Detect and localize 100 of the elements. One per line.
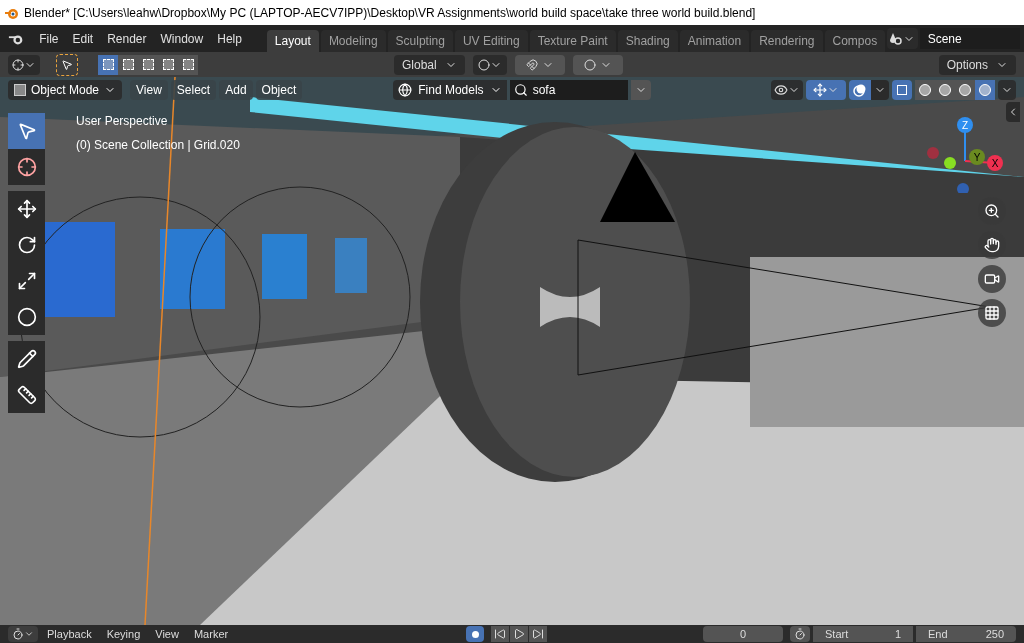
- editor-type-button[interactable]: [8, 626, 38, 642]
- record-button[interactable]: [466, 626, 484, 642]
- skip-forward-icon: [532, 628, 544, 640]
- scene-name-field[interactable]: Scene: [919, 28, 1020, 49]
- play-button[interactable]: [510, 626, 528, 642]
- mode-icon: [122, 59, 134, 70]
- options-dropdown[interactable]: Options: [938, 54, 1016, 75]
- find-models-dropdown[interactable]: Find Models: [393, 80, 507, 100]
- mode-dropdown[interactable]: Object Mode: [8, 80, 123, 100]
- search-icon: [513, 83, 528, 97]
- xray-toggle[interactable]: [892, 80, 912, 100]
- move-icon: [16, 199, 37, 219]
- rotate-icon: [16, 235, 37, 255]
- workspace-tab[interactable]: Layout: [266, 30, 319, 52]
- tool-button[interactable]: [8, 341, 45, 377]
- menu-item[interactable]: Help: [210, 28, 249, 50]
- visibility-dropdown[interactable]: [771, 80, 803, 100]
- ruler-icon: [16, 385, 37, 405]
- axis-gizmo-drawing: Z Y X: [925, 113, 1005, 193]
- play-icon: [513, 628, 525, 640]
- object-mode-icon: [14, 84, 26, 96]
- workspace-tab[interactable]: Animation: [679, 30, 750, 52]
- timeline-menu-item[interactable]: Marker: [187, 626, 235, 642]
- shading-mode-button[interactable]: [955, 80, 975, 100]
- current-frame-field[interactable]: 0: [703, 626, 783, 642]
- tool-button[interactable]: [8, 299, 45, 335]
- workspace-tab[interactable]: Compos: [824, 30, 886, 52]
- chevron-icon: [24, 629, 34, 639]
- shading-dropdown[interactable]: [998, 80, 1016, 100]
- crosshair-icon: [16, 157, 37, 177]
- end-frame-field[interactable]: End 250: [916, 626, 1016, 642]
- workspace-tab[interactable]: Shading: [617, 30, 678, 52]
- start-frame-field[interactable]: Start 1: [813, 626, 913, 642]
- mode-icon: [182, 59, 194, 70]
- xray-icon: [897, 85, 907, 95]
- menu-item[interactable]: Render: [100, 28, 154, 50]
- grid-icon: [984, 305, 1000, 321]
- selection-mode-button[interactable]: [118, 54, 138, 75]
- jump-end-button[interactable]: [529, 626, 547, 642]
- timeline-menu-item[interactable]: Keying: [100, 626, 147, 642]
- mode-icon: [162, 59, 174, 70]
- tool-button[interactable]: [8, 377, 45, 413]
- gizmo-icon: [813, 83, 827, 97]
- mode-icon: [102, 59, 114, 70]
- overlay-icon: [853, 83, 867, 97]
- mode-icon: [142, 59, 154, 70]
- shading-mode-button[interactable]: [915, 80, 935, 100]
- selection-mode-button[interactable]: [98, 54, 118, 75]
- eye-icon: [774, 83, 788, 97]
- menu-item[interactable]: Window: [153, 28, 211, 50]
- zoom-icon: [984, 203, 1000, 219]
- view-name-label: User Perspective: [76, 113, 169, 130]
- select-tool-button[interactable]: [56, 53, 78, 76]
- workspace-tab[interactable]: Sculpting: [387, 30, 453, 52]
- pivot-dropdown[interactable]: [472, 54, 507, 75]
- overlay-toggle[interactable]: [849, 80, 871, 100]
- pivot-icon: [12, 58, 24, 71]
- shading-mode-button[interactable]: [975, 80, 995, 100]
- window-title: Blender* [C:\Users\leahw\Dropbox\My PC (LAPTOP-AECV7IPP)\Desktop\VR Assignments\world build space\take three world build.blend]: [24, 4, 756, 22]
- workspace-tab[interactable]: Modeling: [320, 30, 386, 52]
- skip-back-icon: [494, 628, 506, 640]
- jump-start-button[interactable]: [491, 626, 509, 642]
- stopwatch-icon: [794, 628, 806, 640]
- viewport-menu-item[interactable]: Select: [170, 80, 217, 100]
- clock-icon: [12, 628, 24, 640]
- viewport-menu-item[interactable]: Add: [219, 80, 253, 100]
- globe-icon: [398, 83, 413, 97]
- overlay-dropdown[interactable]: [871, 80, 889, 100]
- hand-icon: [984, 237, 1000, 253]
- sidebar-toggle-button[interactable]: [1006, 102, 1020, 122]
- search-field[interactable]: sofa: [509, 80, 628, 100]
- blender-logo-icon: [8, 32, 25, 46]
- viewport-menu-item[interactable]: View: [130, 80, 168, 100]
- scene-icon: [889, 32, 903, 45]
- timeline-menu-item[interactable]: View: [149, 626, 185, 642]
- menu-item[interactable]: File: [32, 28, 66, 50]
- scene-selector-button[interactable]: [887, 28, 918, 49]
- transform-pivot-button[interactable]: [8, 54, 40, 75]
- viewport-menu-item[interactable]: Object: [255, 80, 303, 100]
- tool-button[interactable]: [8, 191, 45, 227]
- selection-mode-button[interactable]: [178, 54, 198, 75]
- tool-button[interactable]: [8, 149, 45, 185]
- timeline-menu-item[interactable]: Playback: [41, 626, 98, 642]
- pointer-icon: [61, 58, 73, 71]
- orientation-dropdown[interactable]: Global: [393, 54, 465, 75]
- snap-button[interactable]: [514, 54, 565, 75]
- magnet-icon: [525, 58, 538, 71]
- workspace-tab[interactable]: Rendering: [751, 30, 823, 52]
- scale-icon: [16, 271, 37, 291]
- proportional-edit-button[interactable]: [572, 54, 623, 75]
- workspace-tab[interactable]: Texture Paint: [529, 30, 616, 52]
- gizmo-toggle[interactable]: [806, 80, 846, 100]
- select-box-icon: [16, 121, 37, 141]
- record-icon: [471, 630, 479, 638]
- preview-range-button[interactable]: [790, 626, 810, 642]
- pencil-icon: [16, 349, 37, 369]
- workspace-tab[interactable]: UV Editing: [454, 30, 528, 52]
- camera-icon: [984, 271, 1000, 287]
- menu-item[interactable]: Edit: [65, 28, 101, 50]
- dropdown-button[interactable]: [630, 80, 651, 100]
